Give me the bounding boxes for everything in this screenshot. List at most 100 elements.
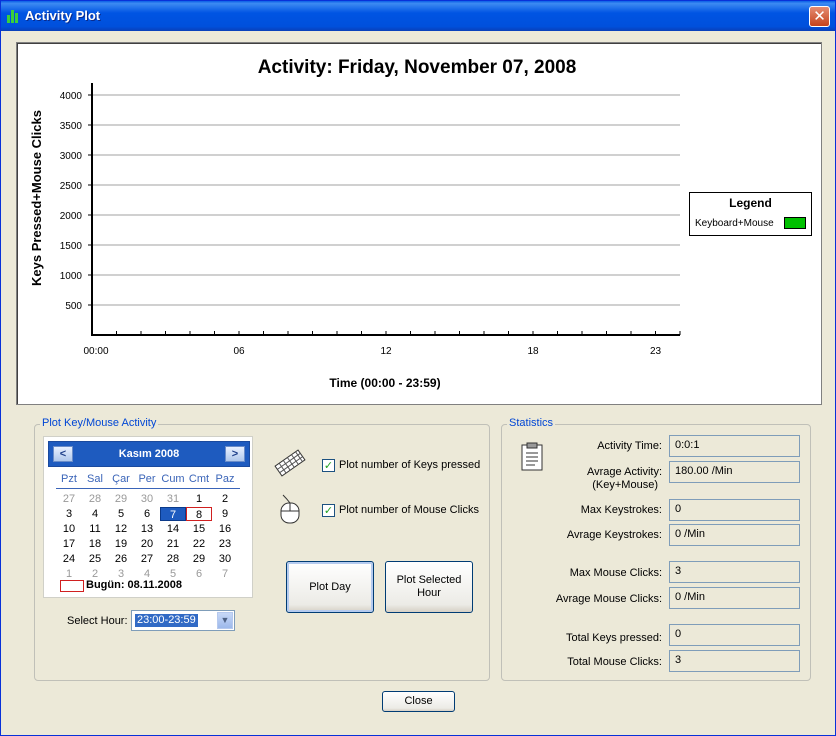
plot-day-button[interactable]: Plot Day <box>286 561 374 613</box>
statistics-group: Statistics Activity Time: 0:0:1 Avrage A… <box>501 417 811 681</box>
next-month-button[interactable]: > <box>225 446 245 462</box>
total-keys-field: 0 <box>669 624 800 646</box>
y-tick-label: 1000 <box>60 271 83 282</box>
calendar-day[interactable]: 2 <box>212 492 238 506</box>
total-clicks-label: Total Mouse Clicks: <box>567 656 662 668</box>
calendar-day[interactable]: 26 <box>108 552 134 566</box>
calendar-day[interactable]: 6 <box>186 567 212 581</box>
calendar-day[interactable]: 14 <box>160 522 186 536</box>
x-tick-label: 06 <box>233 346 245 357</box>
activity-time-label: Activity Time: <box>597 440 662 452</box>
chart-axes <box>91 83 680 336</box>
calendar-weekday: Per <box>138 473 156 485</box>
calendar-day[interactable]: 18 <box>82 537 108 551</box>
calendar-day[interactable]: 3 <box>56 507 82 521</box>
calendar-day[interactable]: 29 <box>186 552 212 566</box>
max-keystrokes-field: 0 <box>669 499 800 521</box>
calendar-day[interactable]: 16 <box>212 522 238 536</box>
calendar-day[interactable]: 8 <box>186 507 212 521</box>
month-calendar[interactable]: < Kasım 2008 > Pzt Sal Çar Per Cum Cmt Paz 27 2… <box>43 436 253 598</box>
calendar-weekday: Paz <box>215 473 235 485</box>
avg-clicks-field: 0 /Min <box>669 587 800 609</box>
plot-hour-label-line2: Hour <box>417 587 441 599</box>
avg-activity-label: Avrage Activity: (Key+Mouse) <box>502 466 662 492</box>
today-link[interactable]: Bugün: 08.11.2008 <box>86 579 182 591</box>
calendar-weekday: Cmt <box>188 473 210 485</box>
close-icon[interactable]: ✕ <box>809 6 830 27</box>
calendar-weekday: Pzt <box>61 473 77 485</box>
calendar-day[interactable]: 5 <box>108 507 134 521</box>
calendar-header: < Kasım 2008 > <box>48 441 250 467</box>
select-hour-value: 23:00-23:59 <box>135 614 198 627</box>
calendar-day[interactable]: 15 <box>186 522 212 536</box>
activity-plot-window: Activity Plot ✕ Activity: Friday, Novemb… <box>0 0 836 736</box>
plot-mouse-label[interactable]: Plot number of Mouse Clicks <box>339 504 479 516</box>
total-clicks-field: 3 <box>669 650 800 672</box>
plot-keys-checkbox[interactable]: ✓ <box>322 459 335 472</box>
plot-keys-label[interactable]: Plot number of Keys pressed <box>339 459 480 471</box>
calendar-weekday: Sal <box>87 473 103 485</box>
close-button[interactable]: Close <box>382 691 455 712</box>
calendar-day[interactable]: 1 <box>56 567 82 581</box>
chart-panel: Activity: Friday, November 07, 2008 Keys… <box>16 42 822 405</box>
x-tick-label: 18 <box>527 346 539 357</box>
window-title: Activity Plot <box>25 8 101 23</box>
calendar-day[interactable]: 9 <box>212 507 238 521</box>
total-keys-label: Total Keys pressed: <box>566 632 662 644</box>
calendar-day[interactable]: 10 <box>56 522 82 536</box>
calendar-day[interactable]: 28 <box>160 552 186 566</box>
calendar-day[interactable]: 27 <box>134 552 160 566</box>
chevron-down-icon[interactable]: ▼ <box>217 612 233 629</box>
calendar-day[interactable]: 29 <box>108 492 134 506</box>
calendar-day[interactable]: 30 <box>134 492 160 506</box>
max-clicks-field: 3 <box>669 561 800 583</box>
calendar-day[interactable]: 23 <box>212 537 238 551</box>
chart-title: Activity: Friday, November 07, 2008 <box>258 57 577 78</box>
calendar-day[interactable]: 25 <box>82 552 108 566</box>
calendar-day[interactable]: 24 <box>56 552 82 566</box>
plot-activity-group: Plot Key/Mouse Activity < Kasım 2008 > P… <box>34 417 490 681</box>
calendar-day[interactable]: 12 <box>108 522 134 536</box>
select-hour-dropdown[interactable]: 23:00-23:59 ▼ <box>131 610 235 631</box>
calendar-day[interactable]: 19 <box>108 537 134 551</box>
y-tick-label: 3000 <box>60 151 83 162</box>
plot-hour-label-line1: Plot Selected <box>396 574 462 586</box>
calendar-day[interactable]: 30 <box>212 552 238 566</box>
today-marker <box>60 580 84 592</box>
calendar-day[interactable]: 6 <box>134 507 160 521</box>
calendar-day[interactable]: 4 <box>82 507 108 521</box>
chart-bars-icon <box>7 9 21 23</box>
calendar-day[interactable]: 7 <box>212 567 238 581</box>
calendar-day[interactable]: 11 <box>82 522 108 536</box>
plot-selected-hour-button[interactable]: Plot Selected Hour <box>385 561 473 613</box>
calendar-day[interactable]: 20 <box>134 537 160 551</box>
chart-legend: Legend Keyboard+Mouse <box>689 192 812 236</box>
calendar-divider <box>56 488 240 489</box>
calendar-day[interactable]: 21 <box>160 537 186 551</box>
plot-mouse-checkbox[interactable]: ✓ <box>322 504 335 517</box>
title-bar[interactable]: Activity Plot ✕ <box>1 1 835 31</box>
avg-activity-field: 180.00 /Min <box>669 461 800 483</box>
legend-title: Legend <box>729 196 772 210</box>
y-tick-label: 4000 <box>60 91 83 102</box>
calendar-weekday: Çar <box>112 473 130 485</box>
max-keystrokes-label: Max Keystrokes: <box>580 504 662 516</box>
calendar-day[interactable]: 13 <box>134 522 160 536</box>
calendar-day[interactable]: 17 <box>56 537 82 551</box>
calendar-day[interactable]: 31 <box>160 492 186 506</box>
calendar-weekday: Cum <box>161 473 185 485</box>
statistics-title: Statistics <box>507 417 556 429</box>
x-tick-label: 00:00 <box>83 346 108 357</box>
keyboard-icon <box>274 449 306 477</box>
max-clicks-label: Max Mouse Clicks: <box>569 567 662 579</box>
mouse-icon <box>280 494 300 524</box>
y-tick-label: 500 <box>65 301 82 312</box>
chart-y-label: Keys Pressed+Mouse Clicks <box>29 110 44 286</box>
calendar-day[interactable]: 27 <box>56 492 82 506</box>
calendar-day[interactable]: 28 <box>82 492 108 506</box>
calendar-day-selected[interactable]: 7 <box>160 507 186 521</box>
x-tick-label: 23 <box>650 346 662 357</box>
y-tick-label: 3500 <box>60 121 83 132</box>
calendar-day[interactable]: 1 <box>186 492 212 506</box>
calendar-day[interactable]: 22 <box>186 537 212 551</box>
